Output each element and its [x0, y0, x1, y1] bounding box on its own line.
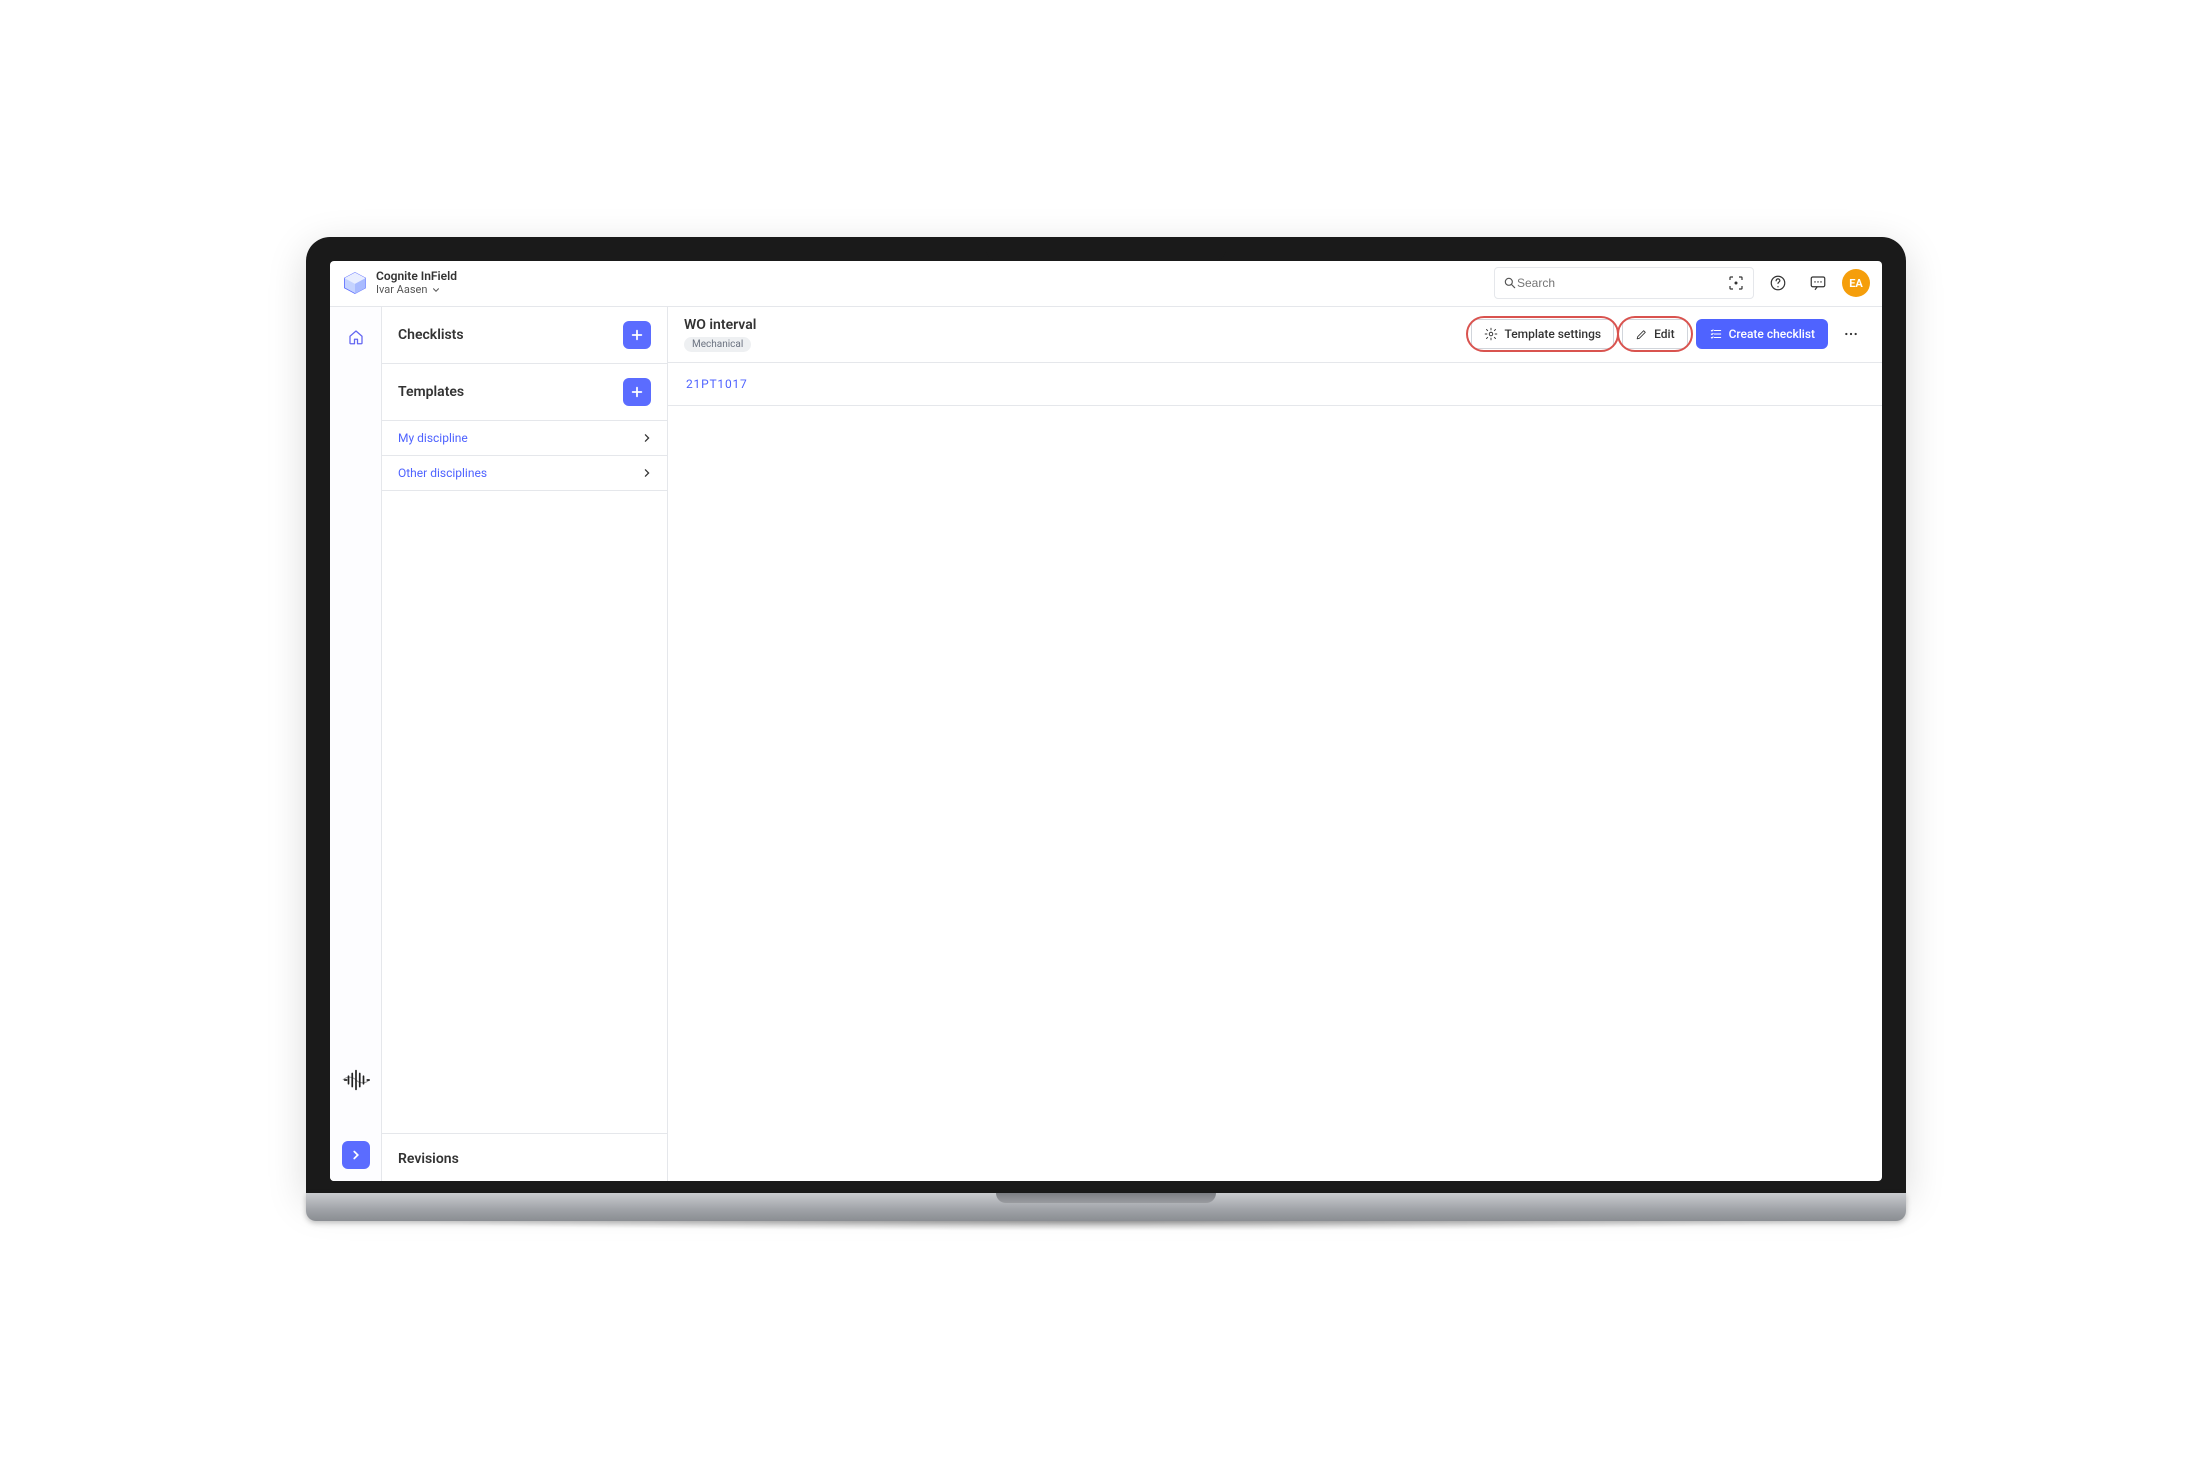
template-settings-button[interactable]: Template settings	[1471, 319, 1614, 349]
app-name: Cognite InField	[376, 270, 457, 283]
sidebar-section-templates: Templates	[382, 364, 667, 421]
gear-icon	[1484, 327, 1498, 341]
search-input-wrapper[interactable]	[1494, 267, 1754, 299]
dots-horizontal-icon	[1843, 326, 1859, 342]
nav-home-button[interactable]	[338, 319, 374, 355]
sidebar-section-checklists: Checklists	[382, 307, 667, 364]
chevron-right-icon	[643, 433, 651, 443]
sidebar-checklists-title: Checklists	[398, 327, 464, 343]
avatar-initials: EA	[1849, 277, 1863, 290]
sidebar-link-label: Other disciplines	[398, 466, 487, 480]
feedback-button[interactable]	[1802, 267, 1834, 299]
app-logo-icon	[342, 270, 368, 296]
laptop-base	[306, 1193, 1906, 1221]
button-label: Edit	[1654, 327, 1674, 341]
laptop-mockup: Cognite InField Ivar Aasen	[306, 237, 1906, 1231]
sidebar-link-my-discipline[interactable]: My discipline	[382, 421, 667, 456]
topbar: Cognite InField Ivar Aasen	[330, 261, 1882, 307]
discipline-tag: Mechanical	[684, 337, 751, 352]
button-label: Template settings	[1504, 327, 1601, 341]
list-item[interactable]: 21PT1017	[668, 363, 1882, 406]
main-body: 21PT1017	[668, 363, 1882, 406]
page-title: WO interval	[684, 317, 756, 333]
item-code: 21PT1017	[686, 377, 748, 391]
more-actions-button[interactable]	[1836, 319, 1866, 349]
add-template-button[interactable]	[623, 378, 651, 406]
search-icon	[1503, 276, 1517, 290]
checklist-icon	[1709, 327, 1723, 341]
search-input[interactable]	[1517, 276, 1727, 290]
chevron-down-icon	[431, 285, 441, 295]
add-checklist-button[interactable]	[623, 321, 651, 349]
create-checklist-button[interactable]: Create checklist	[1696, 319, 1828, 349]
app-logo-block: Cognite InField Ivar Aasen	[342, 270, 457, 296]
sidebar: Checklists Templates My discipline	[382, 307, 668, 1181]
sidebar-templates-title: Templates	[398, 384, 464, 400]
help-button[interactable]	[1762, 267, 1794, 299]
scan-icon[interactable]	[1727, 274, 1745, 292]
main-panel: WO interval Mechanical Template settings…	[668, 307, 1882, 1181]
button-label: Create checklist	[1729, 327, 1815, 341]
sidebar-link-other-disciplines[interactable]: Other disciplines	[382, 456, 667, 491]
collapse-rail-button[interactable]	[342, 1141, 370, 1169]
avatar[interactable]: EA	[1842, 269, 1870, 297]
edit-button[interactable]: Edit	[1622, 319, 1687, 349]
nav-rail	[330, 307, 382, 1181]
laptop-shadow	[386, 1221, 1826, 1231]
chevron-right-icon	[643, 468, 651, 478]
sidebar-link-label: My discipline	[398, 431, 468, 445]
workspace-selector[interactable]: Ivar Aasen	[376, 284, 457, 296]
sidebar-revisions-title: Revisions	[398, 1151, 459, 1167]
sound-wave-icon	[341, 1065, 371, 1095]
workspace-name: Ivar Aasen	[376, 284, 427, 296]
pencil-icon	[1635, 328, 1648, 341]
main-header: WO interval Mechanical Template settings…	[668, 307, 1882, 363]
sidebar-section-revisions: Revisions	[382, 1133, 667, 1181]
